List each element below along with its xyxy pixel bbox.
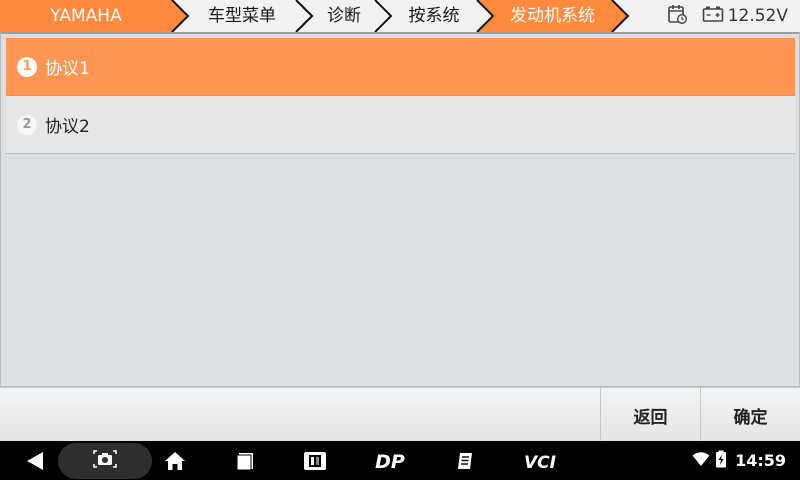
wifi-icon — [692, 451, 710, 471]
manual-book-icon[interactable] — [450, 441, 480, 480]
crumb-engine-system[interactable]: 发动机系统 — [493, 0, 612, 32]
item-label: 协议1 — [45, 59, 90, 79]
crumb-model-menu[interactable]: 车型菜单 — [188, 0, 296, 32]
home-icon[interactable] — [160, 441, 190, 480]
screenshot-button[interactable] — [58, 443, 152, 479]
dp-logo-text: DP — [375, 451, 405, 472]
crumb-by-system[interactable]: 按系统 — [391, 0, 477, 32]
crumb-yamaha[interactable]: YAMAHA — [0, 0, 172, 32]
vci-logo-text: VCI — [524, 453, 556, 472]
list-item[interactable]: 1 协议1 — [6, 38, 795, 96]
calendar-clock-icon — [666, 3, 688, 29]
content-area: 1 协议1 2 协议2 — [0, 32, 800, 387]
screenshot-camera-icon — [91, 448, 119, 474]
clock: 14:59 — [735, 451, 786, 470]
item-number-badge: 1 — [17, 56, 37, 77]
button-bar: 返回 确定 — [0, 387, 800, 442]
crumb-diagnose[interactable]: 诊断 — [312, 0, 376, 32]
system-nav-bar: DP VCI 14:59 — [0, 441, 800, 480]
back-button[interactable]: 返回 — [600, 388, 700, 442]
confirm-button[interactable]: 确定 — [700, 388, 800, 442]
status-area: 12.52V — [666, 0, 800, 32]
crumb-separator-3 — [374, 0, 393, 32]
car-battery-icon — [702, 5, 724, 27]
battery-charging-icon — [715, 450, 727, 472]
recents-square-icon[interactable] — [230, 441, 260, 480]
list-item[interactable]: 2 协议2 — [6, 96, 795, 154]
dp-logo-icon[interactable]: DP — [368, 441, 412, 480]
item-label: 协议2 — [45, 117, 90, 137]
voltage-readout: 12.52V — [727, 6, 788, 26]
vci-icon[interactable]: VCI — [518, 441, 562, 480]
system-status: 14:59 — [692, 441, 786, 480]
vehicle-app-icon[interactable] — [300, 441, 330, 480]
protocol-list: 1 协议1 2 协议2 — [6, 38, 795, 154]
item-number-badge: 2 — [17, 114, 37, 135]
back-triangle-icon[interactable] — [20, 441, 50, 480]
breadcrumb-bar: YAMAHA 车型菜单 诊断 按系统 发动机系统 12.52V — [0, 0, 800, 32]
